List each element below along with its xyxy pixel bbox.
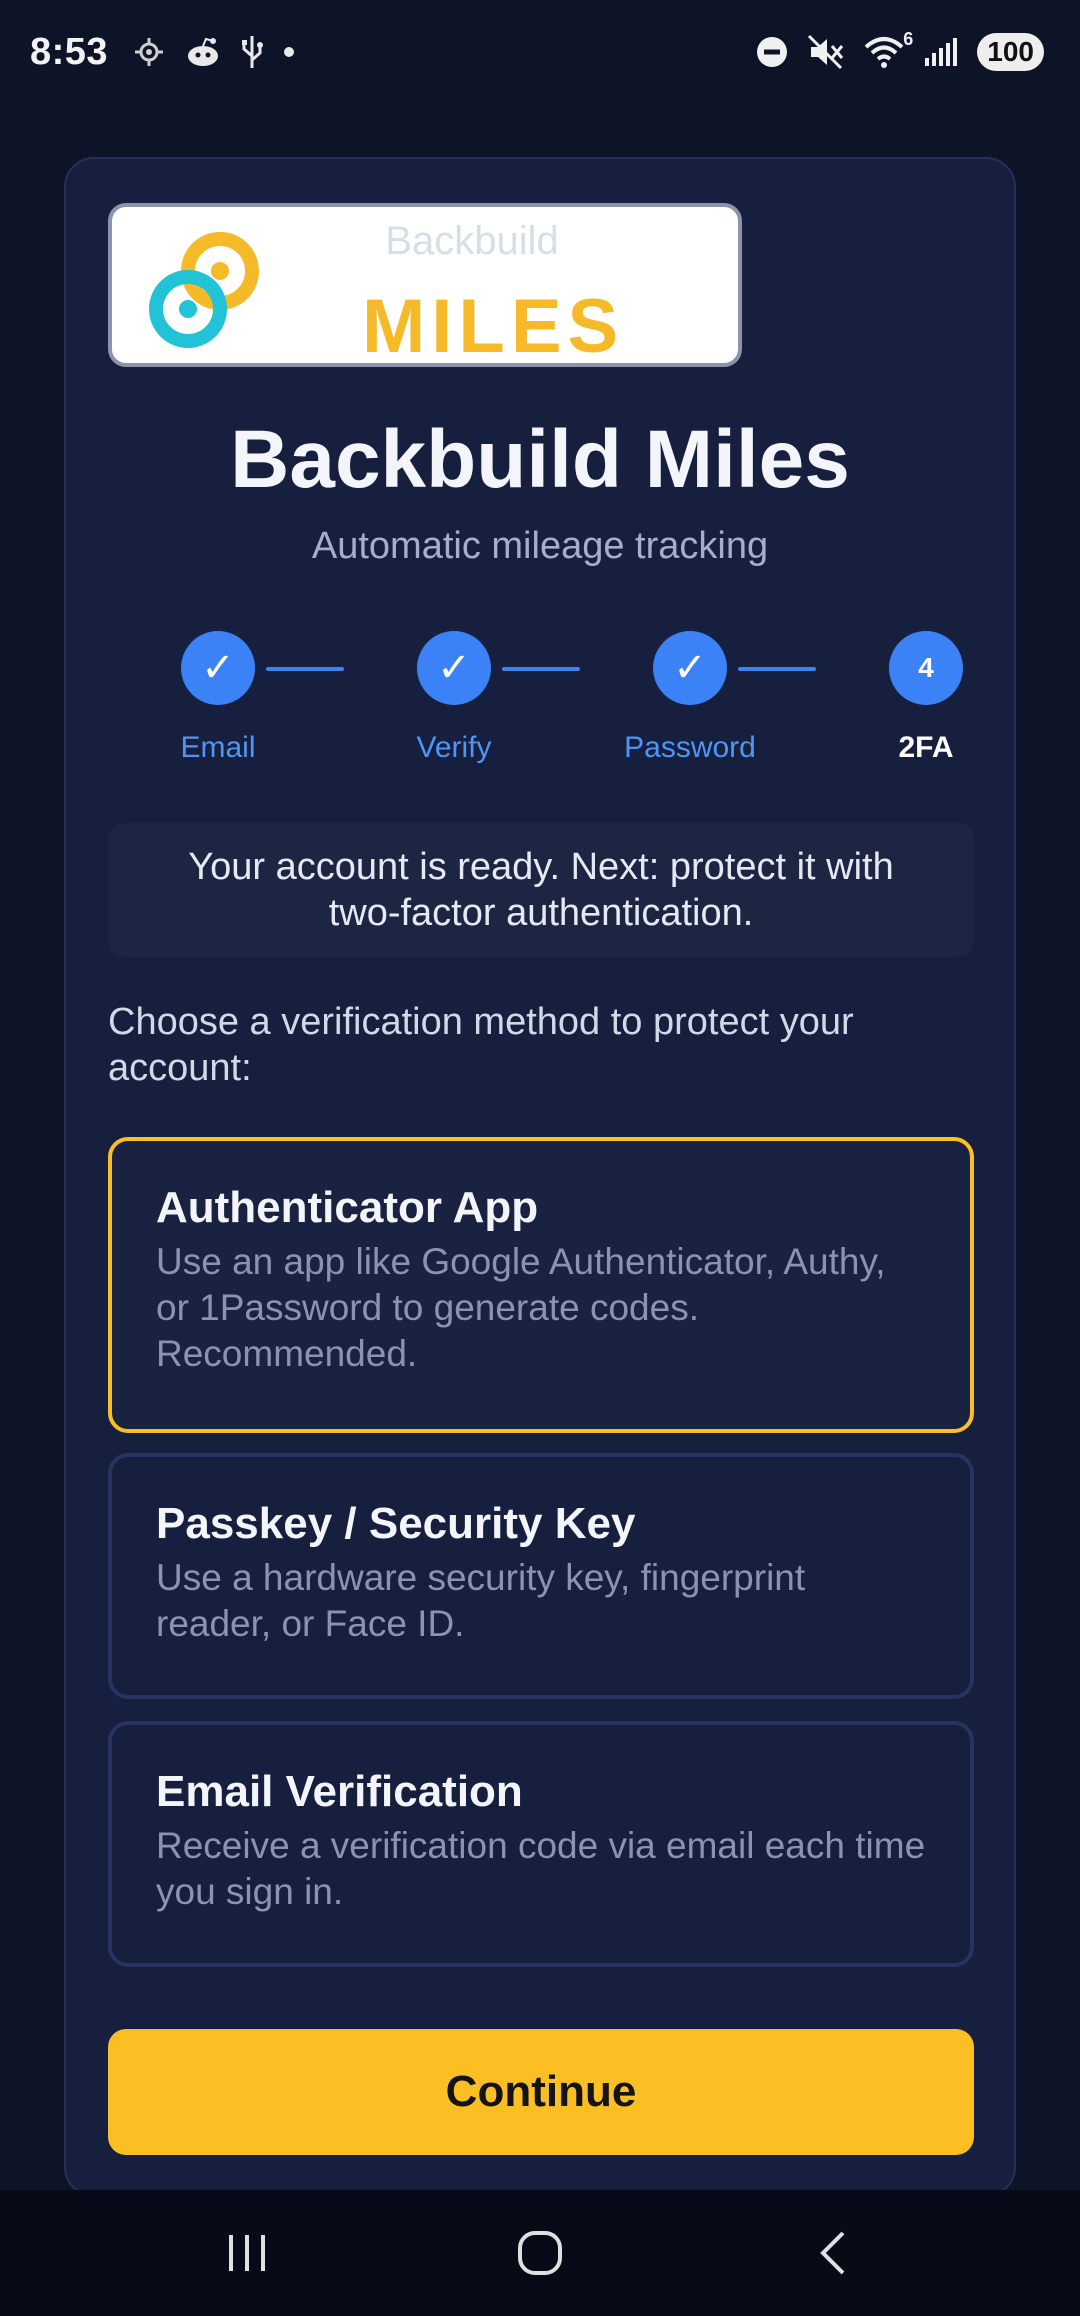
option-authenticator-app[interactable]: Authenticator App Use an app like Google… [108,1137,974,1433]
option-passkey[interactable]: Passkey / Security Key Use a hardware se… [108,1453,974,1699]
home-icon[interactable] [480,2203,600,2303]
step-label: Password [624,731,756,764]
continue-button[interactable]: Continue [108,2029,974,2155]
option-description: Use an app like Google Authenticator, Au… [156,1241,886,1374]
location-icon [132,35,166,69]
step-label-current: 2FA [898,731,954,764]
app-logo: Backbuild MILES [108,203,742,367]
step-connector [502,667,580,671]
step-password: ✓ Password [590,631,790,765]
option-title: Passkey / Security Key [156,1499,636,1548]
step-label: Email [180,731,256,764]
status-right: 6 100 [755,29,1044,71]
dnd-icon [755,35,789,69]
dot-icon [282,45,296,59]
navigation-bar [0,2190,1080,2316]
app-subtitle: Automatic mileage tracking [311,525,769,567]
option-title: Email Verification [156,1767,523,1816]
status-bar: 8:53 6 100 [0,0,1080,104]
step-email: ✓ Email [118,631,318,765]
step-verify: ✓ Verify [354,631,554,765]
progress-stepper: ✓ Email ✓ Verify ✓ Password 4 2FA [66,631,1014,781]
step-connector [266,667,344,671]
step-check-icon: ✓ [653,631,727,705]
battery-indicator: 100 [977,33,1044,71]
reddit-icon [184,35,222,69]
usb-icon [240,34,264,70]
app-title: Backbuild Miles [230,414,850,505]
step-2fa: 4 2FA [826,631,1026,765]
wifi-icon: 6 [863,29,913,69]
info-message: Your account is ready. Next: protect it … [108,823,974,957]
step-check-icon: ✓ [417,631,491,705]
signup-card: Backbuild MILES Backbuild Miles Automati… [64,157,1016,2197]
screen: 8:53 6 100 Backbuild MILES Backbuild Mil… [0,0,1080,2316]
status-left: 8:53 [30,31,296,74]
option-email-verification[interactable]: Email Verification Receive a verificatio… [108,1721,974,1967]
option-description: Use a hardware security key, fingerprint… [156,1557,806,1644]
step-check-icon: ✓ [181,631,255,705]
wifi-badge: 6 [903,29,914,49]
option-description: Receive a verification code via email ea… [156,1825,926,1912]
logo-mark-icon [149,232,259,348]
step-connector [738,667,816,671]
logo-faint-text: Backbuild [385,219,559,263]
step-number: 4 [889,631,963,705]
logo-wordmark: MILES [362,284,625,367]
instruction-text: Choose a verification method to protect … [108,1001,854,1089]
recents-icon[interactable] [187,2203,307,2303]
mute-icon [807,34,845,70]
back-icon[interactable] [773,2203,893,2303]
option-title: Authenticator App [156,1183,539,1232]
step-label: Verify [416,731,492,764]
status-time: 8:53 [30,30,109,73]
signal-icon [923,36,959,68]
